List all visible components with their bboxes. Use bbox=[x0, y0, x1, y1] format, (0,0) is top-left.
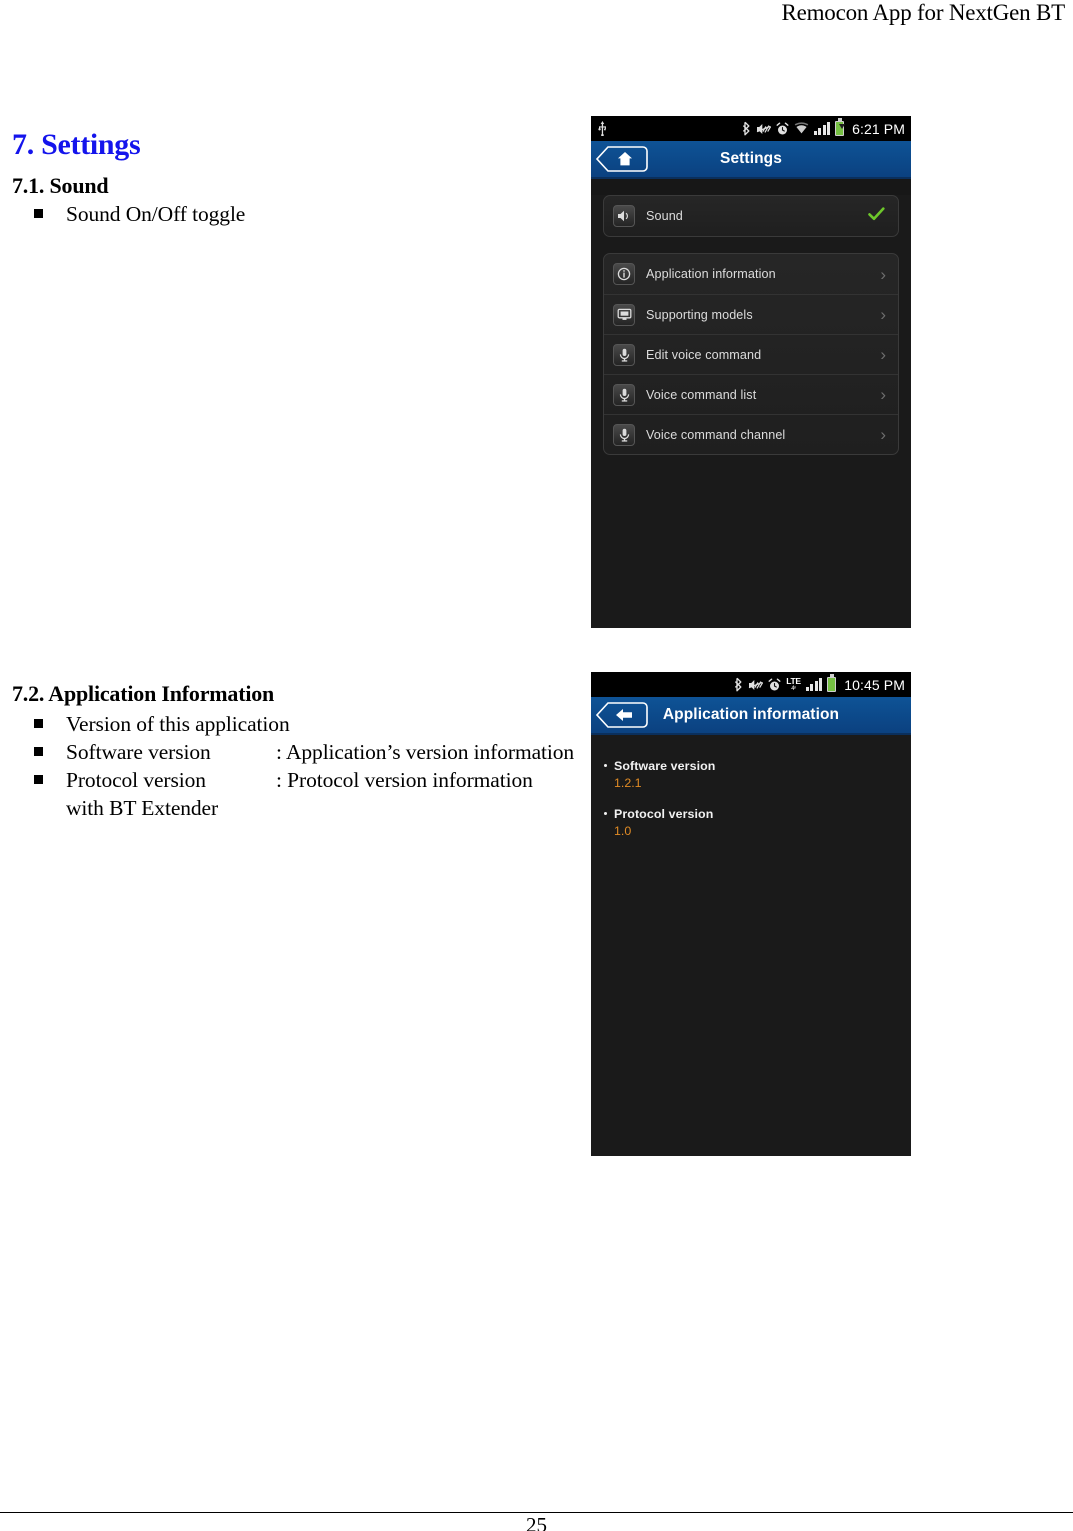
speaker-icon bbox=[613, 205, 635, 227]
microphone-icon bbox=[613, 423, 635, 446]
bullet-list-sound: Sound On/Off toggle bbox=[12, 200, 245, 228]
microphone-icon bbox=[613, 383, 635, 406]
info-label: Protocol version bbox=[614, 807, 714, 821]
bullet-list-application-information: Version of this application Software ver… bbox=[12, 710, 574, 822]
info-item-protocol-version: Protocol version 1.0 bbox=[604, 807, 911, 838]
signal-icon bbox=[813, 122, 831, 135]
settings-row-label: Voice command list bbox=[646, 387, 757, 402]
settings-row-voice-command-list[interactable]: Voice command list › bbox=[604, 374, 898, 414]
bullet-dot-icon bbox=[604, 764, 607, 767]
settings-row-voice-command-channel[interactable]: Voice command channel › bbox=[604, 414, 898, 454]
settings-row-label: Voice command channel bbox=[646, 427, 786, 442]
settings-row-supporting-models[interactable]: Supporting models › bbox=[604, 294, 898, 334]
chevron-right-icon: › bbox=[880, 305, 886, 324]
chevron-right-icon: › bbox=[880, 345, 886, 364]
bullet-dot-icon bbox=[604, 812, 607, 815]
chevron-right-icon: › bbox=[880, 385, 886, 404]
wifi-icon bbox=[794, 122, 809, 135]
heading-sound: 7.1. Sound bbox=[12, 173, 109, 198]
square-bullet-icon bbox=[34, 747, 43, 756]
info-label: Software version bbox=[614, 759, 716, 773]
back-arrow-icon bbox=[596, 702, 648, 728]
bluetooth-icon bbox=[734, 677, 743, 692]
settings-list: Sound Application information › Supporti… bbox=[591, 195, 911, 628]
status-bar: LTE 4ⁿ 10:45 PM bbox=[591, 672, 911, 697]
list-item: Software version : Application’s version… bbox=[12, 738, 574, 766]
bullet-spacer bbox=[34, 806, 43, 815]
lte-label: LTE bbox=[786, 676, 801, 687]
title-bar: Application information bbox=[591, 697, 911, 735]
home-button[interactable] bbox=[595, 145, 649, 173]
settings-row-sound[interactable]: Sound bbox=[604, 196, 898, 236]
screenshot-settings: 6:21 PM Settings Sound Application infor… bbox=[591, 116, 911, 628]
lte-sublabel: 4ⁿ bbox=[791, 685, 796, 692]
bluetooth-icon bbox=[742, 121, 751, 136]
info-value: 1.0 bbox=[614, 824, 632, 838]
home-icon bbox=[596, 146, 648, 172]
page-title: 7. Settings bbox=[12, 128, 141, 161]
page-number: 25 bbox=[526, 1513, 547, 1531]
screenshot-application-information: LTE 4ⁿ 10:45 PM Application information bbox=[591, 672, 911, 1156]
settings-row-label: Sound bbox=[646, 209, 683, 223]
list-item-label: Sound On/Off toggle bbox=[66, 202, 246, 226]
back-button[interactable] bbox=[595, 701, 649, 729]
running-header: Remocon App for NextGen BT bbox=[781, 0, 1065, 25]
chevron-right-icon: › bbox=[880, 264, 886, 284]
settings-row-label: Supporting models bbox=[646, 307, 753, 322]
list-item: Version of this application bbox=[12, 710, 574, 738]
square-bullet-icon bbox=[34, 719, 43, 728]
settings-row-edit-voice-command[interactable]: Edit voice command › bbox=[604, 334, 898, 374]
status-bar-time: 10:45 PM bbox=[844, 676, 905, 693]
info-icon bbox=[613, 263, 635, 285]
document-page: Remocon App for NextGen BT 7. Settings 7… bbox=[0, 0, 1073, 1531]
settings-row-label: Application information bbox=[646, 267, 776, 281]
list-item: Protocol version : Protocol version info… bbox=[12, 766, 574, 794]
square-bullet-icon bbox=[34, 775, 43, 784]
monitor-icon bbox=[613, 303, 635, 326]
mute-icon bbox=[748, 678, 764, 692]
list-item-continuation-label: with BT Extender bbox=[66, 796, 219, 820]
list-item-description: : Protocol version information bbox=[276, 768, 533, 792]
settings-group-general: Application information › Supporting mod… bbox=[603, 253, 899, 455]
list-item-label: Software version bbox=[66, 740, 211, 764]
microphone-icon bbox=[613, 343, 635, 366]
info-label-row: Protocol version bbox=[604, 807, 911, 821]
alarm-icon bbox=[776, 122, 789, 136]
heading-application-information: 7.2. Application Information bbox=[12, 681, 275, 706]
info-label-row: Software version bbox=[604, 759, 911, 773]
settings-row-application-information[interactable]: Application information › bbox=[604, 254, 898, 294]
list-item-label: Protocol version bbox=[66, 768, 206, 792]
checkmark-icon bbox=[868, 206, 888, 226]
title-bar: Settings bbox=[591, 141, 911, 179]
status-bar-time: 6:21 PM bbox=[852, 120, 905, 137]
square-bullet-icon bbox=[34, 209, 43, 218]
chevron-right-icon: › bbox=[880, 425, 886, 444]
settings-row-label: Edit voice command bbox=[646, 347, 762, 362]
settings-group-sound: Sound bbox=[603, 195, 899, 237]
list-item-description: : Application’s version information bbox=[276, 740, 575, 764]
alarm-icon bbox=[768, 678, 781, 692]
list-item-continuation: with BT Extender bbox=[12, 794, 574, 822]
battery-icon bbox=[827, 674, 837, 692]
lte-icon: LTE 4ⁿ bbox=[786, 677, 801, 692]
application-information-content: Software version 1.2.1 Protocol version … bbox=[591, 735, 911, 1156]
info-value: 1.2.1 bbox=[614, 776, 642, 790]
battery-charging-icon bbox=[835, 118, 845, 136]
status-bar: 6:21 PM bbox=[591, 116, 911, 141]
list-item: Sound On/Off toggle bbox=[12, 200, 245, 228]
mute-icon bbox=[756, 122, 771, 136]
signal-icon bbox=[805, 678, 823, 691]
info-item-software-version: Software version 1.2.1 bbox=[604, 759, 911, 790]
usb-icon bbox=[598, 121, 607, 136]
list-item-label: Version of this application bbox=[66, 712, 290, 736]
